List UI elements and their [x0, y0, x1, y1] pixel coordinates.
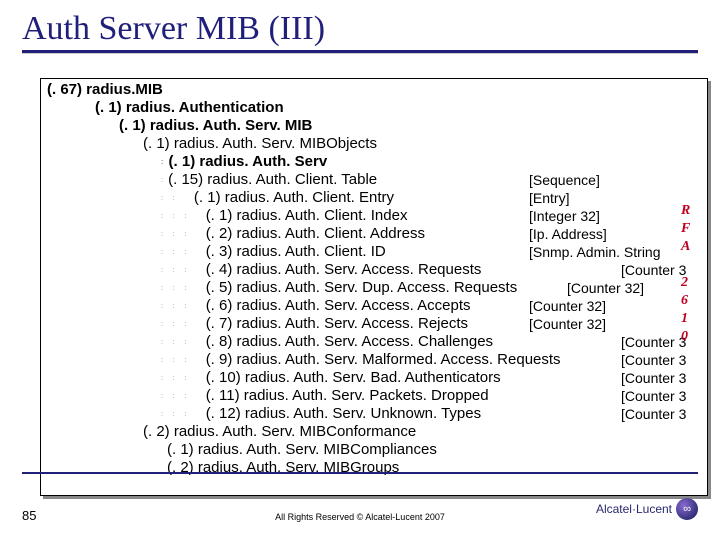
tree-row: : : : (. 10) radius. Auth. Serv. Bad. Au… [47, 369, 561, 387]
red-value: 0 [681, 328, 690, 346]
tree-row: : : : (. 6) radius. Auth. Serv. Access. … [47, 297, 561, 315]
type-value: [Counter 3 [529, 387, 686, 405]
type-value: [Counter 32] [529, 297, 686, 315]
mib-tree: (. 67) radius.MIB (. 1) radius. Authenti… [47, 81, 561, 477]
type-value: [Counter 3 [529, 351, 686, 369]
tree-row: : : : (. 12) radius. Auth. Serv. Unknown… [47, 405, 561, 423]
type-value: [Snmp. Admin. String [529, 243, 686, 261]
type-value: [Sequence] [529, 171, 686, 189]
tree-row: : : : (. 2) radius. Auth. Client. Addres… [47, 225, 561, 243]
red-value: R [681, 202, 690, 220]
tree-row: : : : (. 9) radius. Auth. Serv. Malforme… [47, 351, 561, 369]
red-value: 2 [681, 274, 690, 292]
tree-row: : : : (. 1) radius. Auth. Client. Index [47, 207, 561, 225]
type-value: [Counter 3 [529, 333, 686, 351]
tree-row: (. 1) radius. Auth. Serv. MIBObjects [47, 135, 561, 153]
content-box: (. 67) radius.MIB (. 1) radius. Authenti… [40, 78, 708, 496]
red-annotations: R F A 2 6 1 0 [681, 202, 690, 346]
brand-name: Alcatel·Lucent [596, 502, 672, 516]
tree-row: (. 2) radius. Auth. Serv. MIBConformance [47, 423, 561, 441]
brand-logo: Alcatel·Lucent ∞ [596, 498, 698, 520]
tree-row: : : : (. 5) radius. Auth. Serv. Dup. Acc… [47, 279, 561, 297]
tree-row: (. 1) radius. Auth. Serv. MIB [47, 117, 561, 135]
type-value: [Counter 3 [529, 405, 686, 423]
type-value: [Integer 32] [529, 207, 686, 225]
type-value: [Counter 32] [529, 315, 686, 333]
red-value [681, 256, 690, 274]
tree-row: (. 2) radius. Auth. Serv. MIBGroups [47, 459, 561, 477]
red-value: A [681, 238, 690, 256]
type-column: [Sequence] [Entry] [Integer 32] [Ip. Add… [529, 171, 686, 423]
type-value: [Counter 32] [529, 279, 686, 297]
footer-divider [22, 472, 698, 474]
tree-row: : (. 15) radius. Auth. Client. Table [47, 171, 561, 189]
tree-row: (. 1) radius. Auth. Serv. MIBCompliances [47, 441, 561, 459]
tree-row: : : : (. 8) radius. Auth. Serv. Access. … [47, 333, 561, 351]
red-value: F [681, 220, 690, 238]
brand-logo-icon: ∞ [676, 498, 698, 520]
tree-row: : (. 1) radius. Auth. Serv [47, 153, 561, 171]
tree-row: : : : (. 11) radius. Auth. Serv. Packets… [47, 387, 561, 405]
tree-row: : : (. 1) radius. Auth. Client. Entry [47, 189, 561, 207]
red-value: 1 [681, 310, 690, 328]
slide-title: Auth Server MIB (III) [0, 0, 720, 50]
type-value: [Entry] [529, 189, 686, 207]
type-value: [Counter 3 [529, 261, 686, 279]
tree-row: : : : (. 7) radius. Auth. Serv. Access. … [47, 315, 561, 333]
tree-row: (. 1) radius. Authentication [47, 99, 561, 117]
type-value: [Ip. Address] [529, 225, 686, 243]
tree-row: : : : (. 4) radius. Auth. Serv. Access. … [47, 261, 561, 279]
type-value: [Counter 3 [529, 369, 686, 387]
tree-row: (. 67) radius.MIB [47, 81, 561, 99]
title-underline [22, 50, 698, 54]
red-value: 6 [681, 292, 690, 310]
tree-row: : : : (. 3) radius. Auth. Client. ID [47, 243, 561, 261]
